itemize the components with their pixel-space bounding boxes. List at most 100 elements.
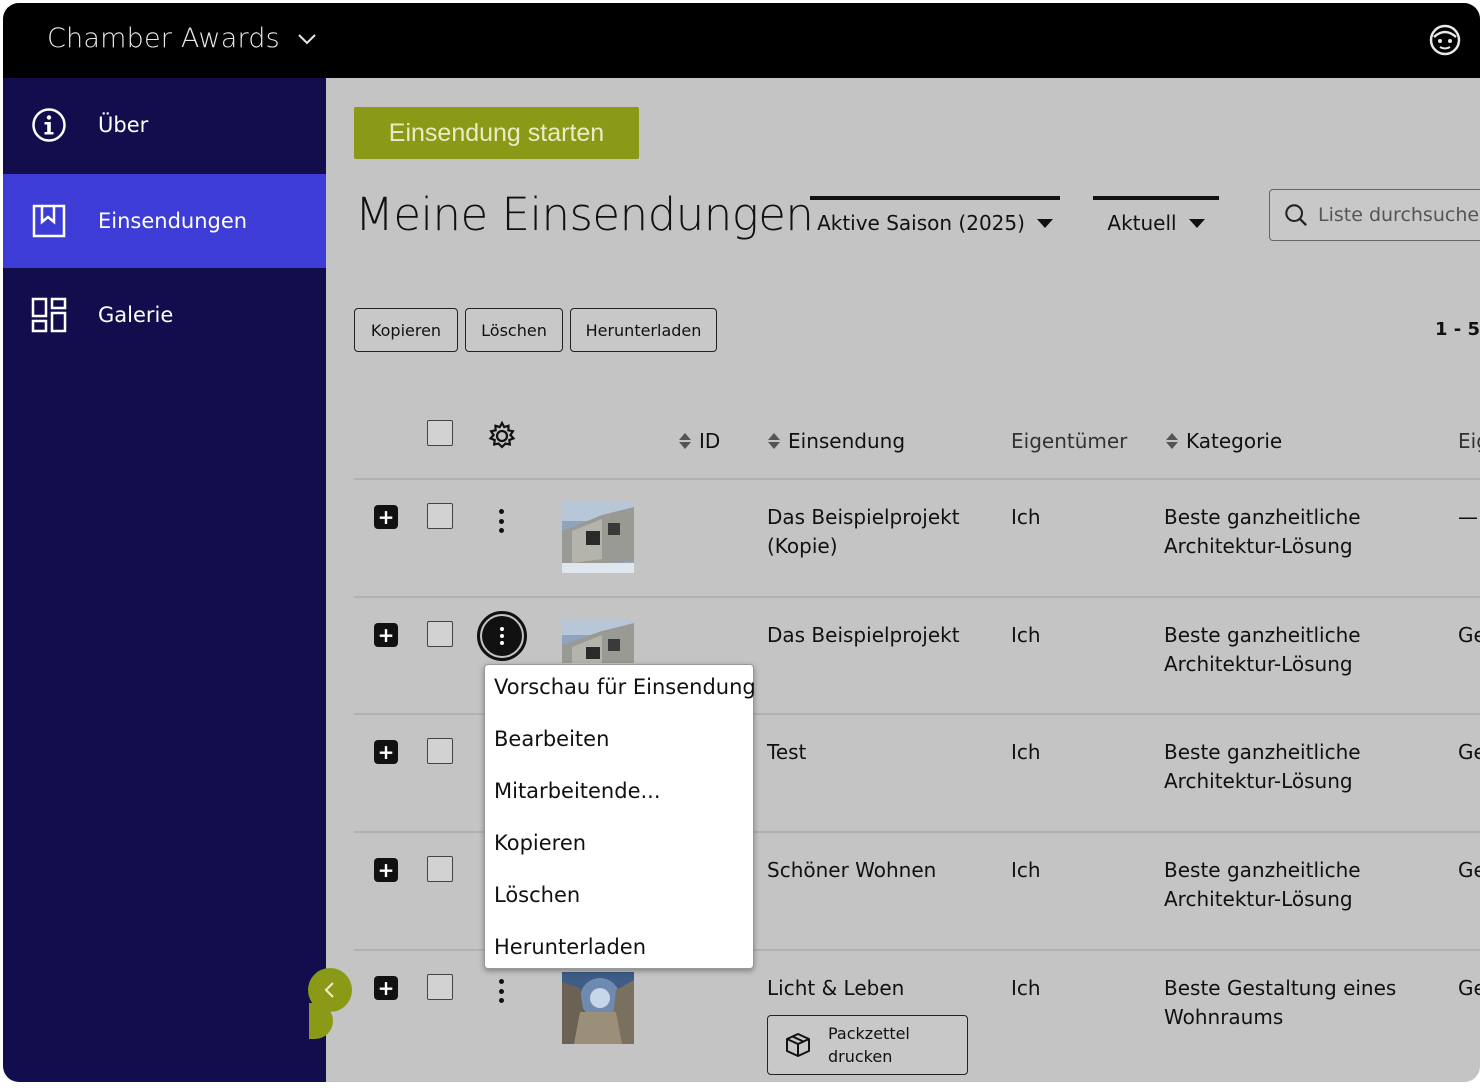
sidebar: Über Einsendungen Galerie (3, 78, 326, 1082)
sort-icon (768, 433, 780, 449)
category-line: Beste ganzheitliche (1164, 623, 1361, 647)
package-icon (786, 1033, 810, 1057)
status-filter-value: Aktuell (1107, 211, 1177, 235)
print-packing-slip-button[interactable]: Packzettel drucken (767, 1015, 968, 1075)
user-avatar-icon[interactable] (1428, 23, 1462, 57)
season-filter-dropdown[interactable]: Aktive Saison (2025) (810, 196, 1060, 246)
menu-item-copy[interactable]: Kopieren (494, 831, 586, 855)
expand-row-button[interactable]: + (374, 740, 398, 764)
menu-item-collaborators[interactable]: Mitarbeitende... (494, 779, 661, 803)
delete-button[interactable]: Löschen (465, 308, 563, 352)
caret-down-icon (1036, 218, 1053, 228)
sidebar-item-about[interactable]: Über (3, 78, 326, 172)
owner-cell: Ich (1011, 858, 1041, 882)
row-checkbox[interactable] (427, 503, 453, 529)
row-checkbox[interactable] (427, 856, 453, 882)
owner-cell: Ich (1011, 505, 1041, 529)
caret-down-icon (1188, 218, 1205, 228)
menu-item-edit[interactable]: Bearbeiten (494, 727, 609, 751)
column-header-id[interactable]: ID (679, 429, 720, 453)
expand-row-button[interactable]: + (374, 505, 398, 529)
start-submission-button[interactable]: Einsendung starten (354, 107, 639, 159)
sort-icon (679, 433, 691, 449)
expand-row-button[interactable]: + (374, 623, 398, 647)
row-divider (354, 596, 1480, 598)
category-cell: Beste ganzheitliche Architektur-Lösung (1164, 621, 1361, 679)
download-button[interactable]: Herunterladen (570, 308, 717, 352)
category-line: Architektur-Lösung (1164, 887, 1353, 911)
category-line: Architektur-Lösung (1164, 652, 1353, 676)
column-header-label: Eigentümer (1011, 429, 1128, 453)
menu-item-download[interactable]: Herunterladen (494, 935, 646, 959)
search-icon (1285, 204, 1307, 226)
category-line: Architektur-Lösung (1164, 769, 1353, 793)
row-actions-button-active[interactable] (477, 611, 527, 661)
submission-title[interactable]: Test (767, 738, 806, 767)
more-vertical-icon (482, 616, 522, 656)
app-switcher[interactable]: Chamber Awards (47, 23, 318, 54)
category-cell: Beste ganzheitliche Architektur-Lösung (1164, 856, 1361, 914)
column-header-next: Eig (1458, 429, 1480, 453)
column-header-label: Eig (1458, 429, 1480, 453)
row-checkbox[interactable] (427, 974, 453, 1000)
search-input[interactable] (1318, 204, 1480, 226)
print-packing-slip-label: Packzettel drucken (828, 1024, 910, 1066)
column-header-category[interactable]: Kategorie (1166, 429, 1282, 453)
info-icon (32, 108, 66, 142)
season-filter-value: Aktive Saison (2025) (817, 211, 1025, 235)
next-column-cell: Ge (1458, 976, 1480, 1000)
row-actions-button[interactable] (498, 979, 504, 1003)
sort-icon (1166, 433, 1178, 449)
row-checkbox[interactable] (427, 621, 453, 647)
category-line: Wohnraums (1164, 1005, 1284, 1029)
sidebar-item-label: Einsendungen (98, 209, 248, 233)
submission-title[interactable]: Schöner Wohnen (767, 856, 936, 885)
category-line: Architektur-Lösung (1164, 534, 1353, 558)
row-actions-button[interactable] (498, 509, 504, 533)
submission-thumbnail (562, 972, 634, 1044)
gallery-grid-icon (31, 297, 67, 333)
category-line: Beste ganzheitliche (1164, 740, 1361, 764)
menu-item-delete[interactable]: Löschen (494, 883, 580, 907)
expand-row-button[interactable]: + (374, 976, 398, 1000)
select-all-checkbox[interactable] (427, 420, 453, 446)
submission-title[interactable]: Licht & Leben (767, 974, 904, 1003)
sidebar-item-submissions[interactable]: Einsendungen (3, 174, 326, 268)
next-column-cell: Ge (1458, 623, 1480, 647)
page-title: Meine Einsendungen (355, 188, 814, 241)
pagination-range: 1 - 5 (1435, 319, 1480, 340)
submission-title[interactable]: Das Beispielprojekt (Kopie) (767, 503, 960, 561)
column-header-owner: Eigentümer (1011, 429, 1127, 453)
top-bar: Chamber Awards (3, 3, 1480, 78)
row-checkbox[interactable] (427, 738, 453, 764)
sidebar-item-label: Über (98, 113, 149, 137)
submission-title-line: Licht & Leben (767, 976, 905, 1000)
next-column-cell: Ge (1458, 740, 1480, 764)
chevron-left-icon (324, 982, 334, 998)
bookmark-icon (32, 204, 66, 238)
submission-title-line: Das Beispielprojekt (767, 623, 960, 647)
app-title: Chamber Awards (47, 23, 280, 54)
owner-cell: Ich (1011, 740, 1041, 764)
gear-icon[interactable] (486, 420, 518, 452)
submission-title[interactable]: Das Beispielprojekt (767, 621, 960, 650)
app-window: Chamber Awards Über Einsendungen Galerie… (3, 3, 1480, 1082)
column-header-submission[interactable]: Einsendung (768, 429, 905, 453)
next-column-cell: — (1458, 505, 1478, 529)
search-box (1269, 189, 1480, 241)
collapse-sidebar-button[interactable] (308, 968, 352, 1012)
category-line: Beste ganzheitliche (1164, 505, 1361, 529)
column-header-label: Einsendung (788, 429, 906, 453)
status-filter-dropdown[interactable]: Aktuell (1093, 196, 1219, 246)
category-cell: Beste ganzheitliche Architektur-Lösung (1164, 503, 1361, 561)
copy-button[interactable]: Kopieren (354, 308, 458, 352)
next-column-cell: Ge (1458, 858, 1480, 882)
submission-title-line: (Kopie) (767, 534, 838, 558)
chevron-down-icon (298, 33, 316, 44)
category-cell: Beste ganzheitliche Architektur-Lösung (1164, 738, 1361, 796)
menu-item-preview[interactable]: Vorschau für Einsendung (494, 675, 756, 699)
submission-thumbnail (562, 501, 634, 573)
expand-row-button[interactable]: + (374, 858, 398, 882)
sidebar-item-gallery[interactable]: Galerie (3, 268, 326, 362)
category-cell: Beste Gestaltung eines Wohnraums (1164, 974, 1396, 1032)
